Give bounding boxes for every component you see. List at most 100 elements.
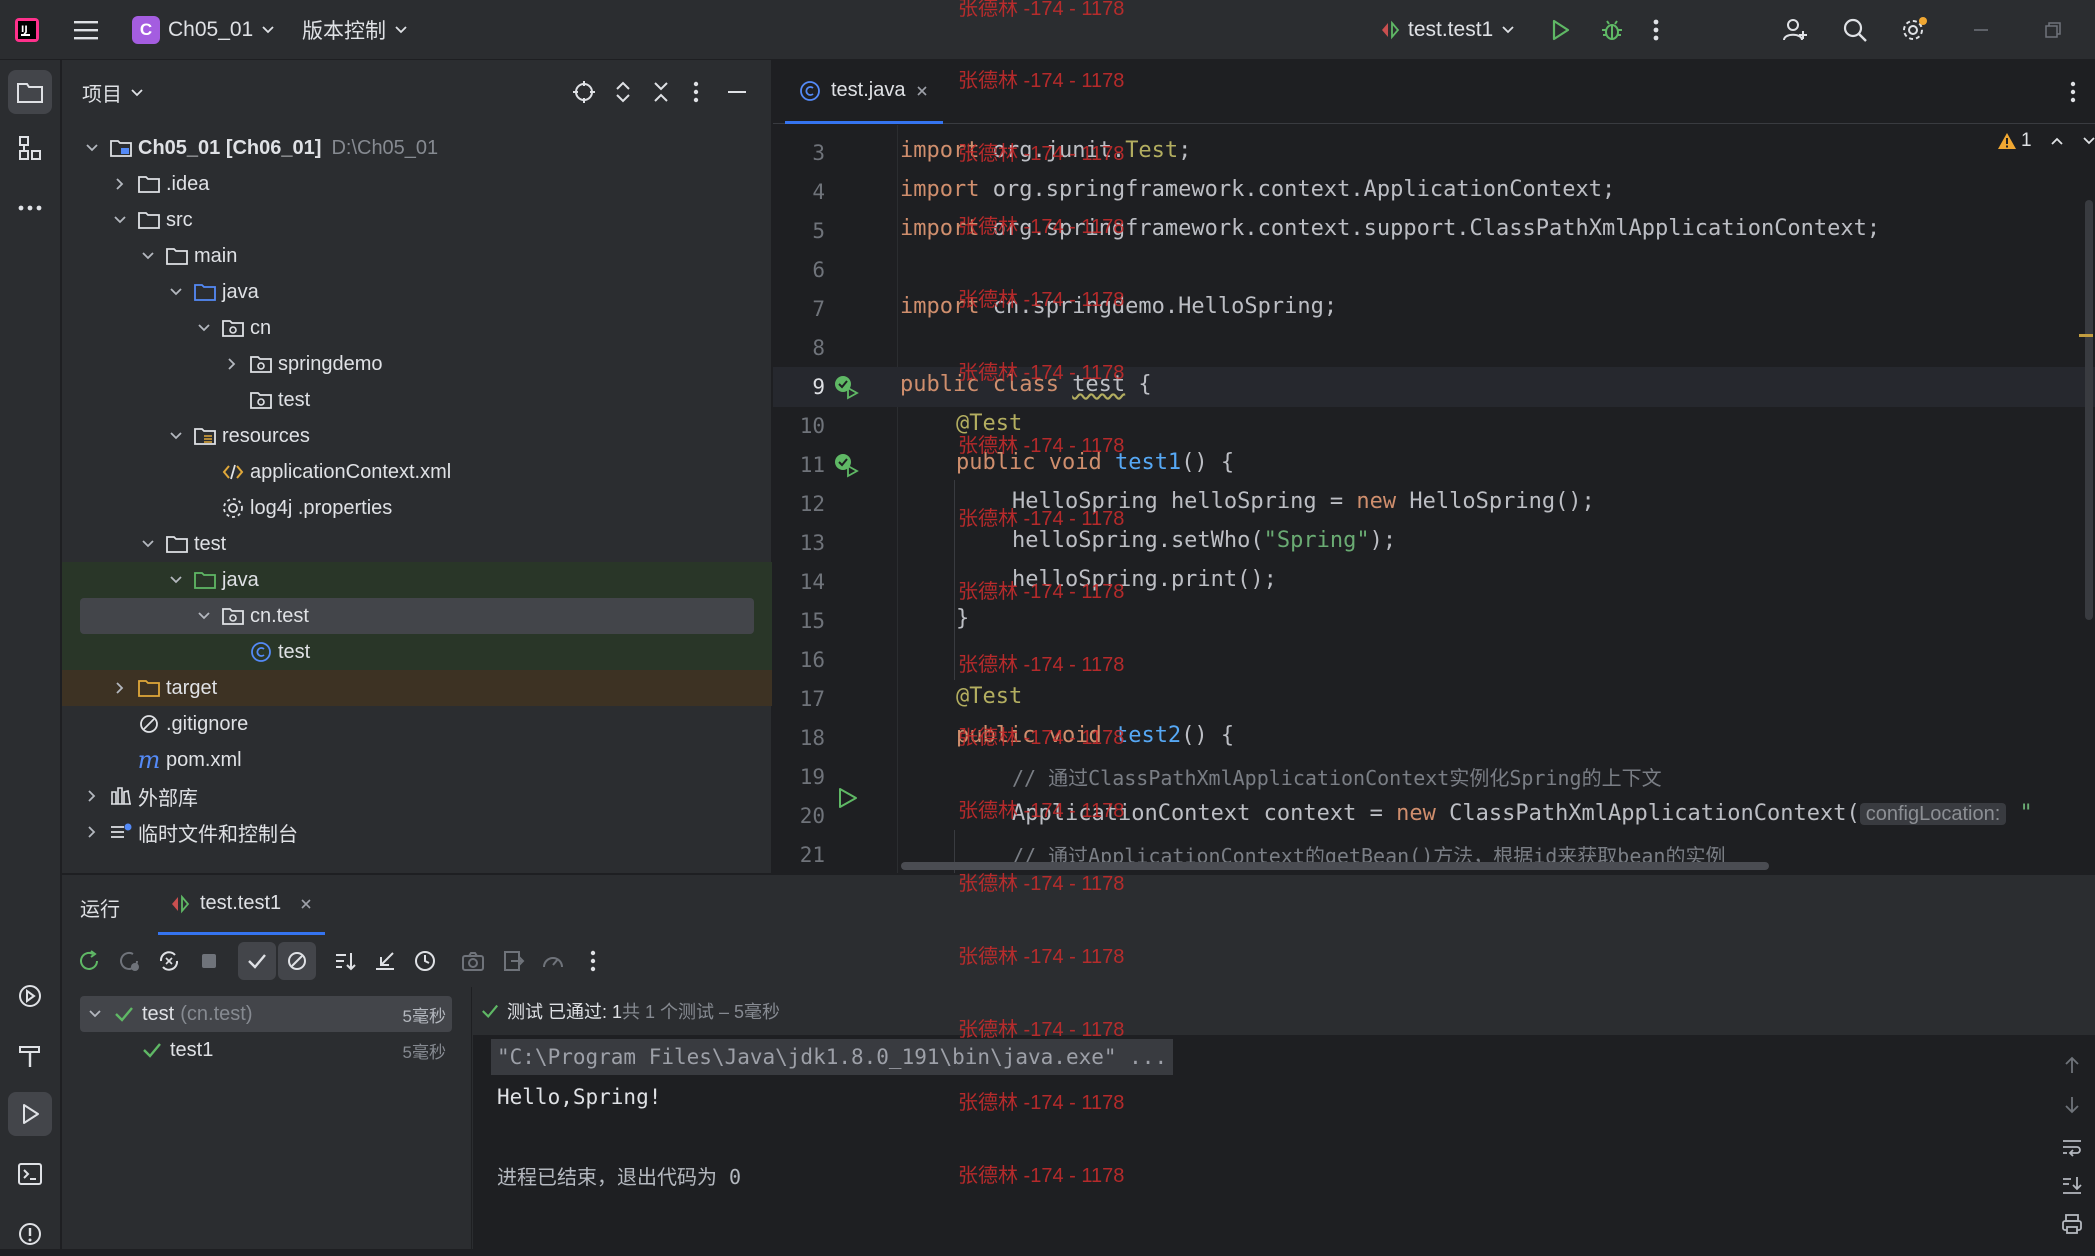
run-tool-button[interactable] <box>8 1092 52 1136</box>
close-icon[interactable] <box>915 84 929 98</box>
project-switcher[interactable]: C Ch05_01 <box>132 0 275 60</box>
chevron-down-icon[interactable] <box>2082 136 2095 146</box>
tree-item-label: resources <box>222 424 310 447</box>
sort-alpha-button[interactable] <box>326 942 364 980</box>
alert-circle-icon <box>19 1223 41 1245</box>
tree-item-scratches[interactable]: 临时文件和控制台 <box>62 814 772 850</box>
problems-tool-button[interactable] <box>8 1212 52 1256</box>
folder-icon <box>138 212 160 229</box>
tree-item-gitignore[interactable]: .gitignore <box>62 706 772 742</box>
editor-tab-options[interactable] <box>2069 80 2077 104</box>
main-menu-button[interactable] <box>74 0 100 60</box>
show-passed-toggle[interactable] <box>238 942 276 980</box>
arrow-up-icon[interactable] <box>2063 1055 2081 1075</box>
tree-item-root[interactable]: Ch05_01 [Ch06_01] D:\Ch05_01 <box>62 130 772 166</box>
console-command-line[interactable]: "C:\Program Files\Java\jdk1.8.0_191\bin\… <box>491 1039 1174 1075</box>
line-number: 13 <box>799 531 825 555</box>
run-config-selector[interactable]: test.test1 <box>1380 0 1515 60</box>
test-row-class[interactable]: test (cn.test) 5毫秒 <box>80 996 452 1032</box>
run-button[interactable] <box>1548 0 1572 60</box>
tree-item-test-dir[interactable]: test <box>62 526 772 562</box>
more-vertical-icon <box>693 81 699 103</box>
show-ignored-toggle[interactable] <box>278 942 316 980</box>
chevron-down-icon <box>86 144 98 152</box>
stop-button[interactable] <box>190 942 228 980</box>
restore-button[interactable] <box>2044 0 2062 60</box>
horizontal-scrollbar[interactable] <box>901 862 1769 870</box>
screenshot-button[interactable] <box>454 942 492 980</box>
chevron-up-icon[interactable] <box>2050 136 2064 146</box>
locate-file-button[interactable] <box>572 80 596 104</box>
tree-item-resources[interactable]: resources <box>62 418 772 454</box>
tree-item-cn-test-package[interactable]: test <box>62 382 772 418</box>
editor-tab-bar: test.java <box>773 60 2095 124</box>
tree-item-external-libs[interactable]: 外部库 <box>62 778 772 814</box>
more-actions-button[interactable] <box>1652 0 1660 60</box>
tree-item-target[interactable]: target <box>62 670 772 706</box>
toggle-auto-test-button[interactable] <box>150 942 188 980</box>
rerun-button[interactable] <box>70 942 108 980</box>
coverage-button[interactable] <box>534 942 572 980</box>
vcs-label: 版本控制 <box>302 20 386 43</box>
structure-tool-button[interactable] <box>8 126 52 170</box>
tree-item-log4j[interactable]: log4j .properties <box>62 490 772 526</box>
export-button[interactable] <box>494 942 532 980</box>
tree-item-main-java[interactable]: java <box>62 274 772 310</box>
tree-item-label: 外部库 <box>138 787 198 810</box>
search-button[interactable] <box>1842 0 1868 60</box>
build-tool-button[interactable] <box>8 1034 52 1078</box>
add-user-button[interactable] <box>1782 0 1808 60</box>
tree-item-pom[interactable]: m pom.xml <box>62 742 772 778</box>
vcs-menu[interactable]: 版本控制 <box>302 0 408 60</box>
hide-panel-button[interactable] <box>726 80 748 104</box>
tree-item-springdemo[interactable]: springdemo <box>62 346 772 382</box>
app-logo-icon[interactable]: IJ <box>14 0 40 60</box>
tree-item-cn[interactable]: cn <box>62 310 772 346</box>
tree-item-cn-test[interactable]: cn.test <box>62 598 772 634</box>
restore-icon <box>2045 22 2061 38</box>
run-class-gutter-button[interactable] <box>833 374 859 400</box>
rerun-failed-button[interactable] <box>110 942 148 980</box>
print-icon[interactable] <box>2061 1213 2083 1235</box>
tree-item-test-java[interactable]: java <box>62 562 772 598</box>
tree-item-test-class[interactable]: test <box>62 634 772 670</box>
collapse-all-button[interactable] <box>652 80 670 104</box>
arrow-down-icon[interactable] <box>2063 1095 2081 1115</box>
scratch-icon <box>111 823 132 838</box>
console-output[interactable]: "C:\Program Files\Java\jdk1.8.0_191\bin\… <box>473 1035 2095 1250</box>
tree-item-main[interactable]: main <box>62 238 772 274</box>
tree-item-idea[interactable]: .idea <box>62 166 772 202</box>
run-tab-test-test1[interactable]: test.test1 <box>158 875 326 935</box>
tree-item-src[interactable]: src <box>62 202 772 238</box>
inspection-widget[interactable]: 1 <box>1997 130 2095 152</box>
vertical-scrollbar[interactable] <box>2085 200 2093 620</box>
import-tests-button[interactable] <box>366 942 404 980</box>
project-view-selector[interactable]: 项目 <box>82 78 144 107</box>
settings-button[interactable] <box>1900 0 1928 60</box>
run-more-button[interactable] <box>574 942 612 980</box>
code-line: ApplicationContext context = new ClassPa… <box>1012 801 2033 826</box>
soft-wrap-icon[interactable] <box>2061 1137 2083 1157</box>
run-test1-gutter-button[interactable] <box>833 452 859 478</box>
tree-item-appcontext-xml[interactable]: applicationContext.xml <box>62 454 772 490</box>
panel-options-button[interactable] <box>692 80 700 104</box>
tab-test-java[interactable]: test.java <box>785 60 944 124</box>
services-tool-button[interactable] <box>8 974 52 1018</box>
expand-all-button[interactable] <box>614 80 632 104</box>
test-history-button[interactable] <box>406 942 444 980</box>
run-test2-gutter-button[interactable] <box>835 786 859 810</box>
more-tools-button[interactable] <box>8 186 52 230</box>
chevron-down-icon <box>262 26 274 34</box>
warning-stripe-marker[interactable] <box>2079 334 2093 337</box>
tree-item-label: java <box>222 568 259 591</box>
indent-guide <box>954 480 955 680</box>
check-icon <box>115 1007 133 1022</box>
debug-button[interactable] <box>1600 0 1624 60</box>
minimize-button[interactable] <box>1972 0 1990 60</box>
line-number: 16 <box>799 648 825 672</box>
scroll-to-end-icon[interactable] <box>2061 1175 2083 1195</box>
close-icon[interactable] <box>299 897 313 911</box>
project-tool-button[interactable] <box>8 70 52 114</box>
terminal-tool-button[interactable] <box>8 1152 52 1196</box>
test-row-method[interactable]: test1 5毫秒 <box>80 1032 452 1068</box>
